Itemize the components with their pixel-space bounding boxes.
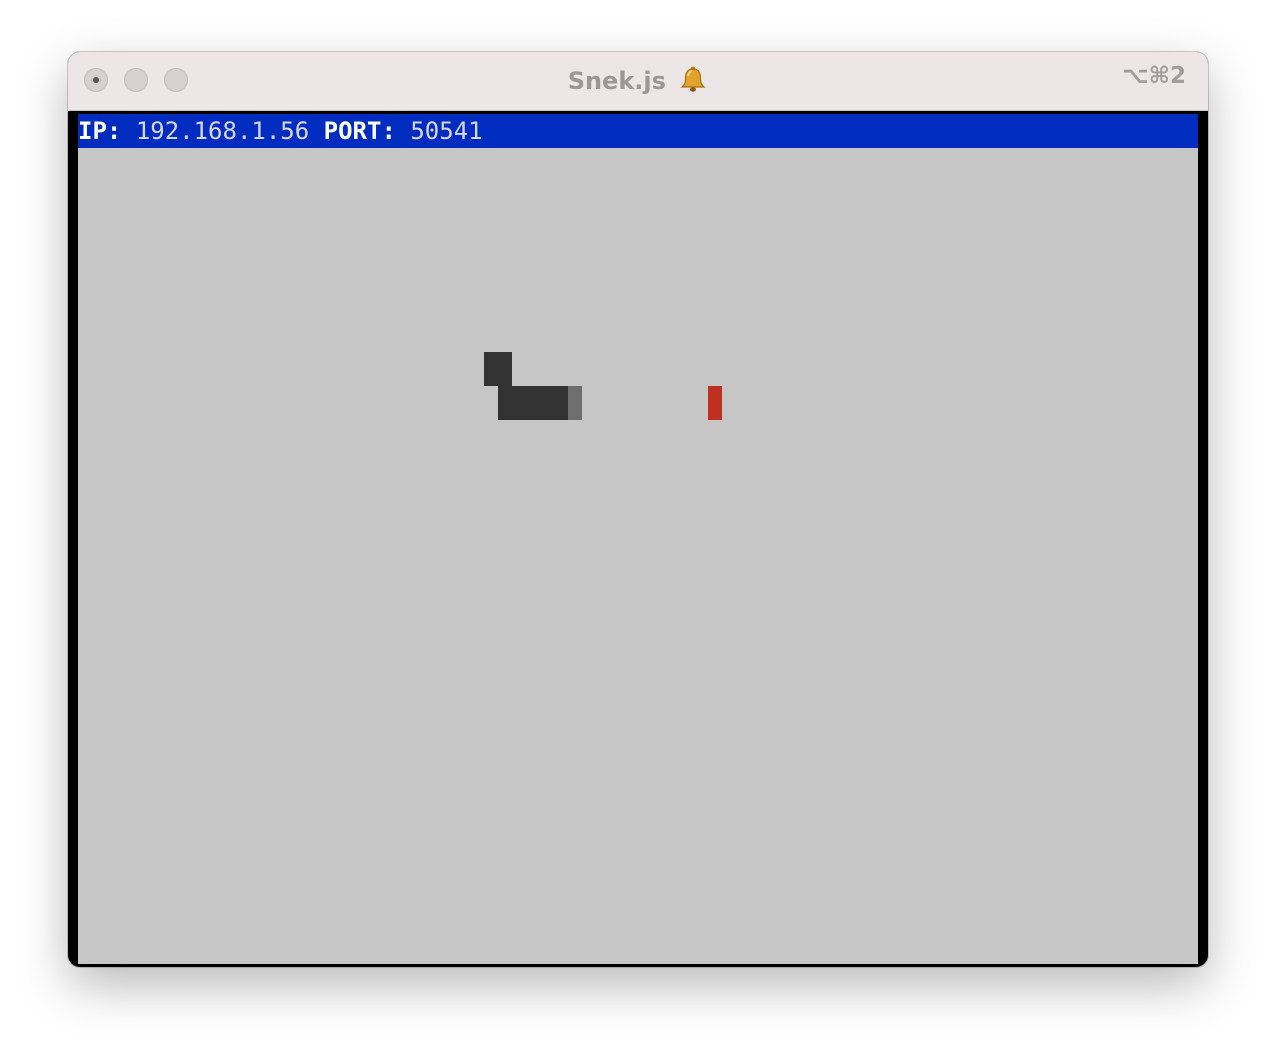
bell-icon xyxy=(680,66,707,92)
window-shortcut: ⌥⌘2 xyxy=(1122,63,1186,89)
title-bar[interactable]: Snek.js ⌥⌘2 xyxy=(68,52,1208,111)
apple-food xyxy=(708,386,722,420)
snake-tail xyxy=(568,386,582,420)
terminal-window: Snek.js ⌥⌘2 IP: 192.168.1.56 PORT: 50541 xyxy=(68,52,1208,967)
port-label: PORT: xyxy=(323,117,396,145)
port-value: 50541 xyxy=(410,117,483,145)
window-title-text: Snek.js xyxy=(567,67,666,95)
game-board[interactable]: IP: 192.168.1.56 PORT: 50541 xyxy=(78,114,1198,964)
status-bar: IP: 192.168.1.56 PORT: 50541 xyxy=(78,114,1198,148)
window-title: Snek.js xyxy=(68,64,1208,95)
ip-value: 192.168.1.56 xyxy=(135,117,310,145)
snake-head xyxy=(484,352,512,386)
snake-body xyxy=(498,386,568,420)
ip-label: IP: xyxy=(78,117,122,145)
